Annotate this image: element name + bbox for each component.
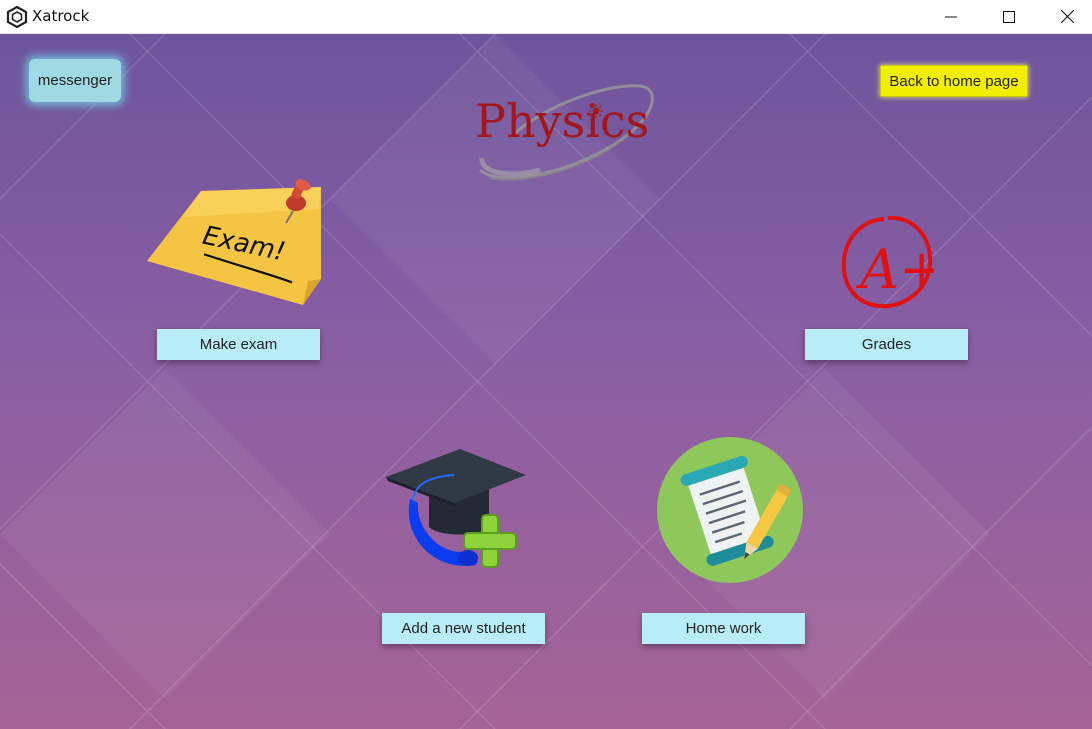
minimize-icon [945, 16, 957, 17]
back-to-home-button[interactable]: Back to home page [880, 65, 1028, 97]
window-title: Xatrock [32, 7, 90, 25]
maximize-icon [1003, 10, 1015, 23]
logo-text: Physics [475, 94, 650, 148]
a-plus-grade-icon: A+ [841, 215, 934, 309]
messenger-button[interactable]: messenger [29, 59, 121, 102]
close-button[interactable] [1038, 0, 1092, 33]
grade-text: A+ [855, 238, 934, 301]
app-logo-icon [6, 6, 28, 28]
physics-logo: Physics [470, 78, 670, 188]
make-exam-button[interactable]: Make exam [157, 329, 320, 360]
close-icon [1060, 10, 1074, 23]
graduation-cap-add-icon [386, 449, 526, 568]
window-titlebar: Xatrock [0, 0, 1092, 34]
grades-button[interactable]: Grades [805, 329, 968, 360]
exam-sticky-note-icon: Exam! [147, 179, 321, 305]
homework-scroll-icon [657, 437, 803, 583]
minimize-button[interactable] [922, 0, 980, 33]
add-new-student-button[interactable]: Add a new student [382, 613, 545, 644]
homework-button[interactable]: Home work [642, 613, 805, 644]
maximize-button[interactable] [980, 0, 1038, 33]
main-panel: messenger Back to home page Physics Exam… [0, 34, 1092, 729]
